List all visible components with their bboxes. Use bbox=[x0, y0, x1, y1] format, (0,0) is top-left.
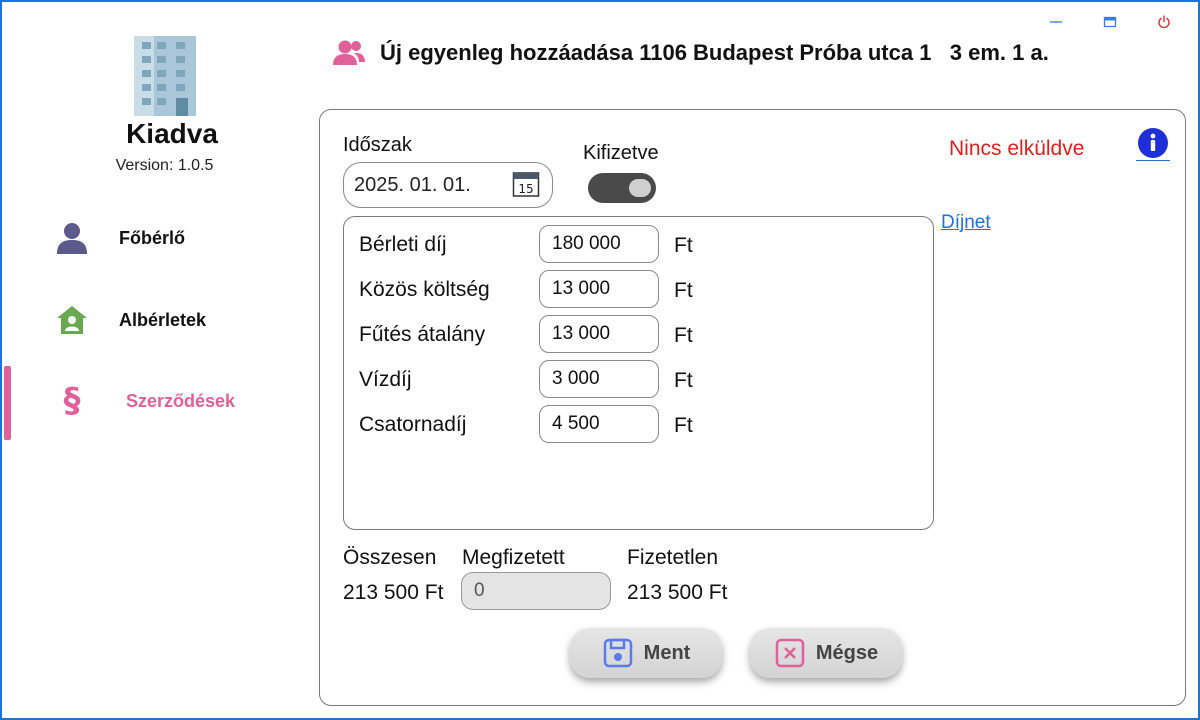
page-title: Új egyenleg hozzáadása 1106 Budapest Pró… bbox=[380, 40, 1049, 65]
minimize-button[interactable] bbox=[1044, 12, 1068, 32]
fee-unit: Ft bbox=[674, 234, 693, 257]
sidebar-item-label: Albérletek bbox=[119, 309, 207, 330]
cancel-label: Mégse bbox=[815, 641, 879, 664]
paid-toggle-label: Kifizetve bbox=[583, 142, 659, 164]
fee-unit: Ft bbox=[674, 369, 693, 392]
paid-label: Megfizetett bbox=[462, 546, 565, 569]
fee-input-sewer[interactable] bbox=[539, 405, 659, 443]
cancel-icon bbox=[774, 637, 806, 669]
app-version: Version: 1.0.5 bbox=[115, 157, 214, 174]
fee-label: Vízdíj bbox=[359, 368, 412, 391]
info-button[interactable] bbox=[1136, 127, 1170, 161]
total-value: 213 500 Ft bbox=[343, 581, 444, 604]
paid-amount-input[interactable] bbox=[461, 572, 611, 610]
unpaid-value: 213 500 Ft bbox=[627, 581, 728, 604]
fee-input-common-cost[interactable] bbox=[539, 270, 659, 308]
sidebar-item-fober[interactable]: Főbérlő bbox=[2, 203, 302, 273]
sidebar-item-label: Főbérlő bbox=[119, 227, 185, 248]
fee-unit: Ft bbox=[674, 414, 693, 437]
house-icon bbox=[54, 302, 90, 338]
period-value: 2025. 01. 01. bbox=[354, 173, 471, 196]
fee-row: Vízdíj Ft bbox=[344, 360, 933, 398]
fee-label: Közös költség bbox=[359, 278, 490, 301]
period-date-picker[interactable]: 2025. 01. 01. 15 bbox=[343, 162, 553, 208]
send-status: Nincs elküldve bbox=[949, 137, 1085, 160]
maximize-button[interactable] bbox=[1098, 12, 1122, 32]
app-name: Kiadva bbox=[126, 118, 218, 149]
save-label: Ment bbox=[643, 641, 691, 664]
fee-row: Bérleti díj Ft bbox=[344, 225, 933, 263]
toggle-knob bbox=[629, 179, 651, 197]
fee-input-water[interactable] bbox=[539, 360, 659, 398]
fee-row: Fűtés átalány Ft bbox=[344, 315, 933, 353]
maximize-icon bbox=[1103, 16, 1117, 28]
sidebar: Kiadva Version: 1.0.5 Főbérlő Albérletek… bbox=[2, 2, 302, 718]
info-icon bbox=[1138, 128, 1168, 158]
fee-input-heating[interactable] bbox=[539, 315, 659, 353]
power-icon bbox=[1158, 15, 1170, 29]
save-button[interactable]: Ment bbox=[570, 628, 722, 678]
fee-label: Csatornadíj bbox=[359, 413, 467, 436]
fee-input-rent[interactable] bbox=[539, 225, 659, 263]
balance-form-panel: Időszak 2025. 01. 01. 15 Kifizetve Nincs… bbox=[319, 109, 1186, 706]
paid-toggle[interactable] bbox=[588, 173, 656, 203]
users-icon bbox=[333, 40, 365, 65]
fee-unit: Ft bbox=[674, 279, 693, 302]
person-icon bbox=[54, 220, 90, 256]
sidebar-item-szerzodesek[interactable]: § Szerződések bbox=[2, 366, 302, 440]
period-label: Időszak bbox=[343, 134, 412, 156]
total-label: Összesen bbox=[343, 546, 437, 569]
building-logo-icon bbox=[132, 36, 198, 121]
fee-unit: Ft bbox=[674, 324, 693, 347]
floppy-icon bbox=[602, 637, 634, 669]
unpaid-label: Fizetetlen bbox=[627, 546, 719, 569]
dijnet-link[interactable]: Díjnet bbox=[941, 212, 991, 234]
close-button[interactable] bbox=[1152, 12, 1176, 32]
section-icon: § bbox=[63, 381, 81, 421]
calendar-day: 15 bbox=[518, 182, 533, 196]
cancel-button[interactable]: Mégse bbox=[750, 628, 902, 678]
app-window: Kiadva Version: 1.0.5 Főbérlő Albérletek… bbox=[0, 0, 1200, 720]
window-controls bbox=[1044, 12, 1176, 32]
sidebar-item-alberletek[interactable]: Albérletek bbox=[2, 285, 302, 355]
fee-label: Fűtés átalány bbox=[359, 323, 486, 346]
fee-row: Közös költség Ft bbox=[344, 270, 933, 308]
sidebar-item-label: Szerződések bbox=[126, 390, 236, 411]
fees-box: Bérleti díj Ft Közös költség Ft Fűtés át… bbox=[343, 216, 934, 530]
fee-label: Bérleti díj bbox=[359, 233, 447, 256]
calendar-icon[interactable]: 15 bbox=[512, 170, 540, 204]
page-header: Új egyenleg hozzáadása 1106 Budapest Pró… bbox=[332, 38, 1049, 68]
minimize-icon bbox=[1050, 21, 1062, 23]
fee-row: Csatornadíj Ft bbox=[344, 405, 933, 443]
